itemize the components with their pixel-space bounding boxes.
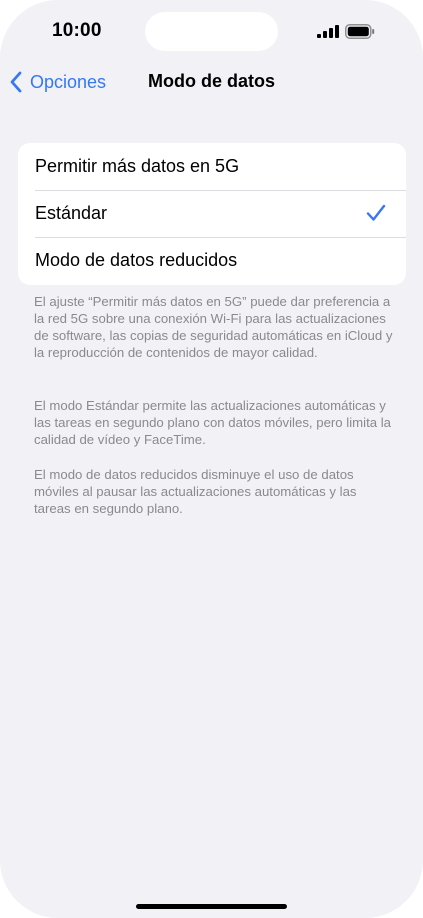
data-mode-options: Permitir más datos en 5G Estándar Modo d… (18, 143, 406, 285)
footnote-text: El modo de datos reducidos disminuye el … (34, 467, 357, 516)
footnote-low-data: El modo de datos reducidos disminuye el … (34, 466, 394, 517)
option-low-data-mode[interactable]: Modo de datos reducidos (18, 237, 406, 284)
option-label: Estándar (35, 203, 108, 223)
option-allow-more-data-5g[interactable]: Permitir más datos en 5G (18, 143, 406, 190)
option-standard[interactable]: Estándar (18, 190, 406, 237)
footnote-text: El ajuste “Permitir más datos en 5G” pue… (34, 294, 393, 360)
footnote-text: El modo Estándar permite las actualizaci… (34, 398, 392, 447)
option-label: Permitir más datos en 5G (35, 156, 240, 176)
option-label: Modo de datos reducidos (35, 250, 238, 270)
battery-icon (345, 24, 375, 39)
dynamic-island (145, 12, 278, 51)
checkmark-icon (366, 204, 386, 221)
status-time: 10:00 (52, 20, 102, 41)
phone-screen: 10:00 Opciones Modo de datos Permitir má… (0, 0, 423, 918)
cellular-signal-icon (317, 25, 339, 38)
footnote-standard: El modo Estándar permite las actualizaci… (34, 397, 394, 448)
footnote-5g: El ajuste “Permitir más datos en 5G” pue… (34, 293, 394, 361)
status-bar: 10:00 (0, 0, 423, 60)
home-indicator[interactable] (136, 904, 287, 909)
page-title: Modo de datos (0, 71, 423, 92)
page-title-text: Modo de datos (148, 71, 275, 91)
navigation-bar: Opciones Modo de datos (0, 62, 423, 102)
